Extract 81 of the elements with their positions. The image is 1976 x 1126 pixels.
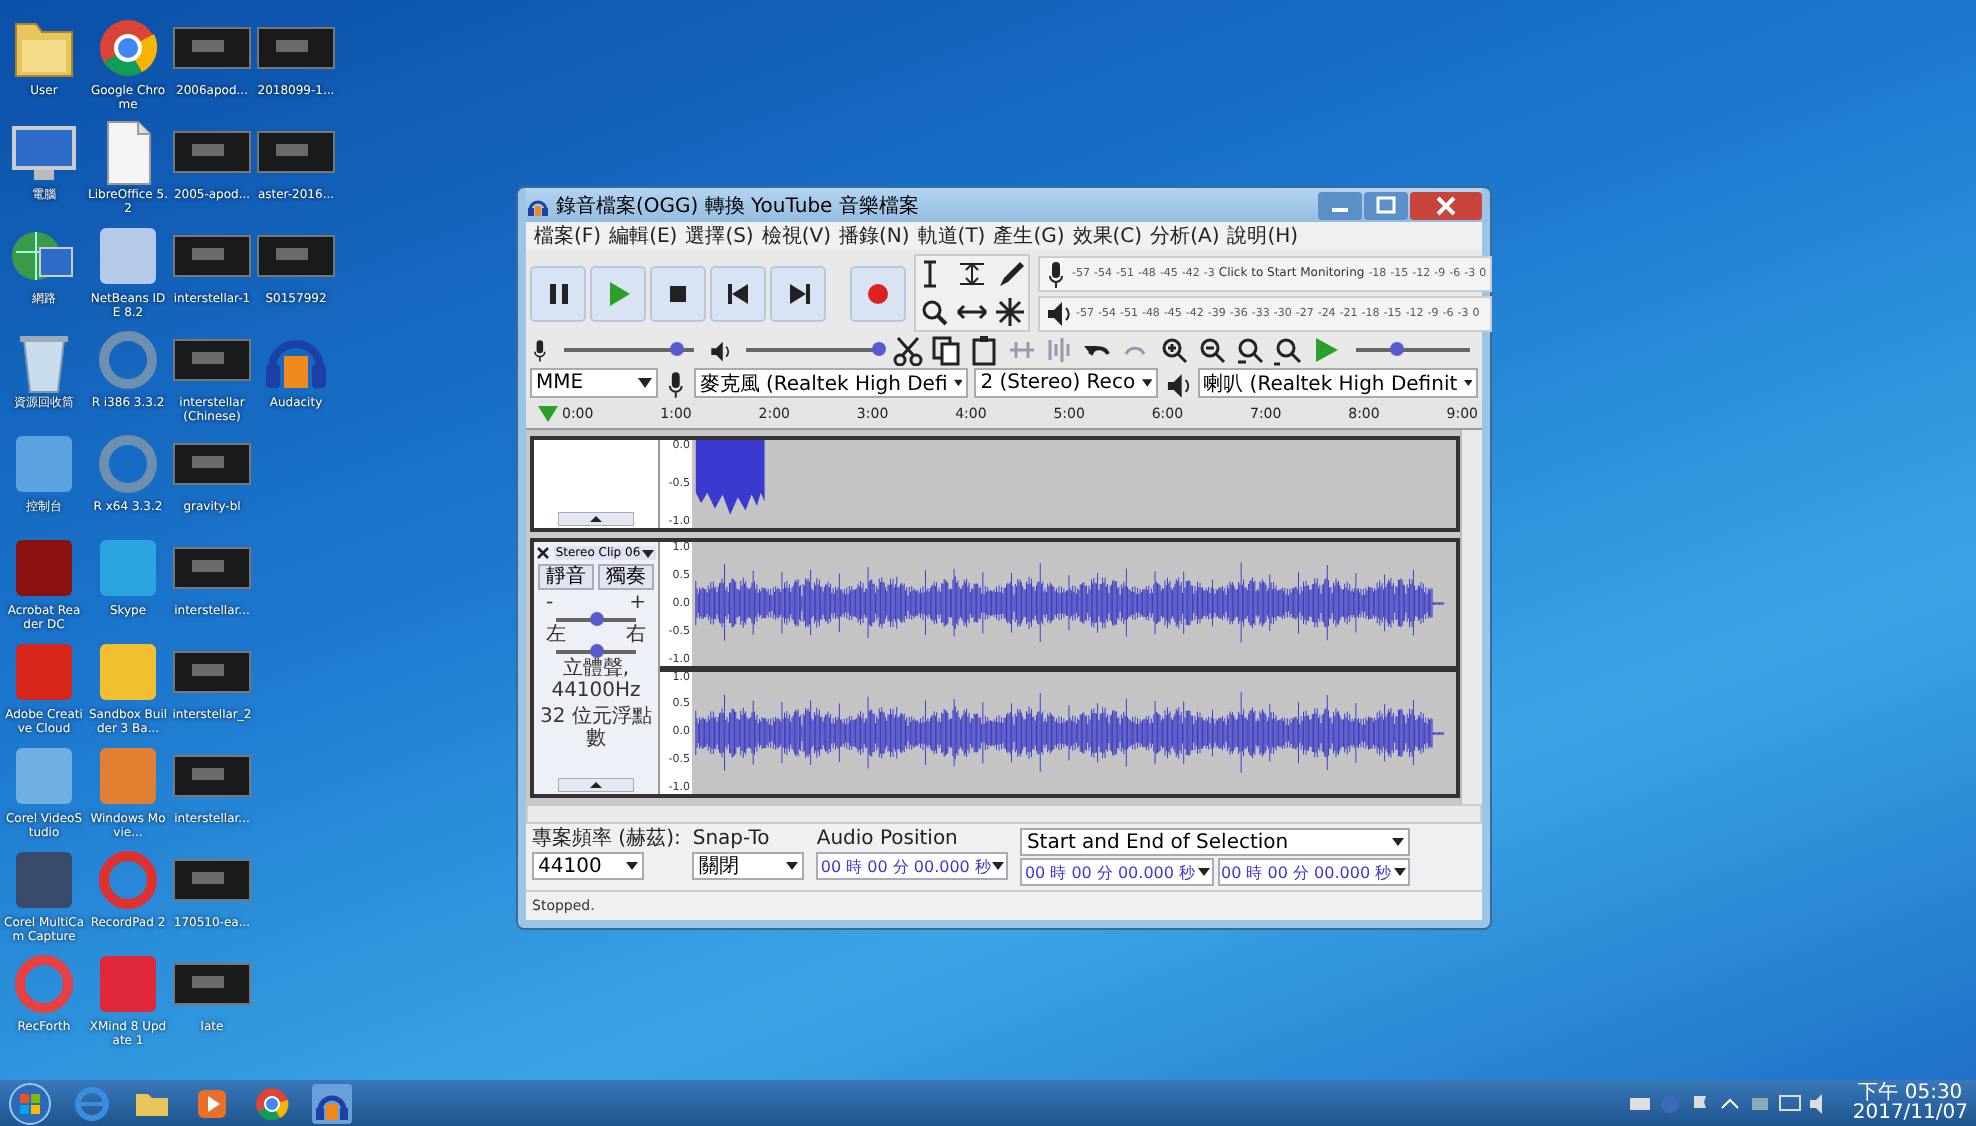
caret-icon (1391, 838, 1404, 846)
dropdown[interactable]: 關閉 (692, 852, 805, 880)
field-label: Snap-To (692, 828, 772, 850)
microphone-icon (664, 369, 688, 397)
menu-item[interactable]: 分析(A) (1146, 222, 1224, 250)
time-field[interactable]: 00 時 00 分 00.000 秒 (1217, 858, 1410, 886)
skip-to-start-button[interactable] (710, 265, 766, 321)
record-button[interactable] (850, 265, 906, 321)
caret-icon (626, 862, 638, 870)
pan-label: 左 (546, 626, 566, 646)
solo-button[interactable]: 獨奏 (598, 564, 654, 590)
caret-icon (1197, 868, 1210, 876)
close-icon[interactable] (535, 546, 550, 560)
dropdown[interactable]: 2 (Stereo) Reco (974, 368, 1158, 398)
copy-icon[interactable] (929, 333, 962, 365)
menu-item[interactable]: 編輯(E) (605, 222, 682, 250)
menu-item[interactable]: 效果(C) (1068, 222, 1147, 250)
slider-thumb[interactable] (590, 612, 604, 626)
dropdown[interactable]: 44100 (532, 852, 644, 880)
clock[interactable]: 下午 05:30 2017/11/07 (1852, 1083, 1968, 1123)
maximize-button[interactable] (1364, 191, 1408, 219)
speaker-icon (1163, 369, 1192, 397)
caret-icon (786, 862, 799, 870)
headphones-icon[interactable] (312, 1083, 352, 1123)
microphone-icon (530, 335, 550, 363)
menu-item[interactable]: 軌道(T) (913, 222, 990, 250)
monitor-icon[interactable] (1778, 1091, 1803, 1115)
slider-thumb[interactable] (669, 341, 684, 355)
close-button[interactable] (1410, 191, 1482, 219)
caret-icon (992, 862, 1005, 870)
time-field[interactable]: 00 時 00 分 00.000 秒 (1020, 858, 1214, 886)
caret-icon (642, 549, 655, 557)
menu-item[interactable]: 播錄(N) (835, 222, 914, 250)
gain-label: - (546, 594, 554, 614)
pause-button[interactable] (530, 265, 586, 321)
menu-item[interactable]: 選擇(S) (681, 222, 758, 250)
minimize-button[interactable] (1318, 191, 1362, 219)
start-button[interactable] (8, 1081, 52, 1125)
caret-icon (1141, 378, 1152, 388)
scissors-icon[interactable] (891, 333, 924, 365)
caret-icon (1463, 378, 1472, 388)
pan-label: 右 (626, 626, 646, 646)
field-label: 專案頻率 (赫茲): (532, 828, 681, 850)
horizontal-scrollbar[interactable] (526, 804, 1482, 824)
field-label: Audio Position (816, 828, 960, 850)
dropdown[interactable]: Start and End of Selection (1020, 828, 1410, 856)
collapse-button[interactable] (558, 778, 634, 792)
fit-project-icon[interactable] (1271, 333, 1304, 365)
time-field[interactable]: 00 時 00 分 00.000 秒 (816, 852, 1009, 880)
menu-item[interactable]: 說明(H) (1223, 222, 1303, 250)
zoom-in-icon[interactable] (1157, 333, 1190, 365)
dropdown[interactable]: MME (530, 368, 658, 398)
multi-tool-icon[interactable] (992, 294, 1028, 330)
caret-icon (953, 378, 963, 388)
slider-thumb[interactable] (1389, 341, 1404, 355)
stop-button[interactable] (650, 265, 706, 321)
dropdown[interactable]: 喇叭 (Realtek High Definit (1197, 368, 1478, 398)
collapse-button[interactable] (558, 512, 634, 526)
menu-item[interactable]: 檢視(V) (757, 222, 835, 250)
play-head-icon (538, 406, 558, 422)
paste-icon[interactable] (967, 333, 1000, 365)
caret-icon (638, 378, 652, 388)
circle-logo-icon[interactable] (252, 1083, 292, 1123)
skip-to-end-button[interactable] (770, 265, 826, 321)
fit-selection-icon[interactable] (1233, 333, 1266, 365)
microphone-icon[interactable] (1044, 257, 1068, 289)
track-info: 立體聲, 44100Hz (549, 658, 643, 702)
menu-item[interactable]: 檔案(F) (530, 222, 606, 250)
speaker-icon[interactable] (1044, 297, 1072, 329)
zoom-out-icon[interactable] (1195, 333, 1228, 365)
slider-thumb[interactable] (590, 644, 604, 658)
mute-button[interactable]: 靜音 (538, 564, 594, 590)
slider-thumb[interactable] (871, 341, 886, 355)
waveform-drawing (695, 440, 765, 515)
caret-icon (1393, 868, 1406, 876)
vertical-scrollbar[interactable] (1460, 430, 1482, 804)
gain-label: + (629, 594, 646, 614)
menu-item[interactable]: 產生(G) (989, 222, 1069, 250)
window-title: 錄音檔案(OGG) 轉換 YouTube 音樂檔案 (556, 193, 919, 219)
dropdown[interactable]: 麥克風 (Realtek High Defi (693, 368, 969, 398)
track-info: 32 位元浮點數 (538, 706, 654, 750)
